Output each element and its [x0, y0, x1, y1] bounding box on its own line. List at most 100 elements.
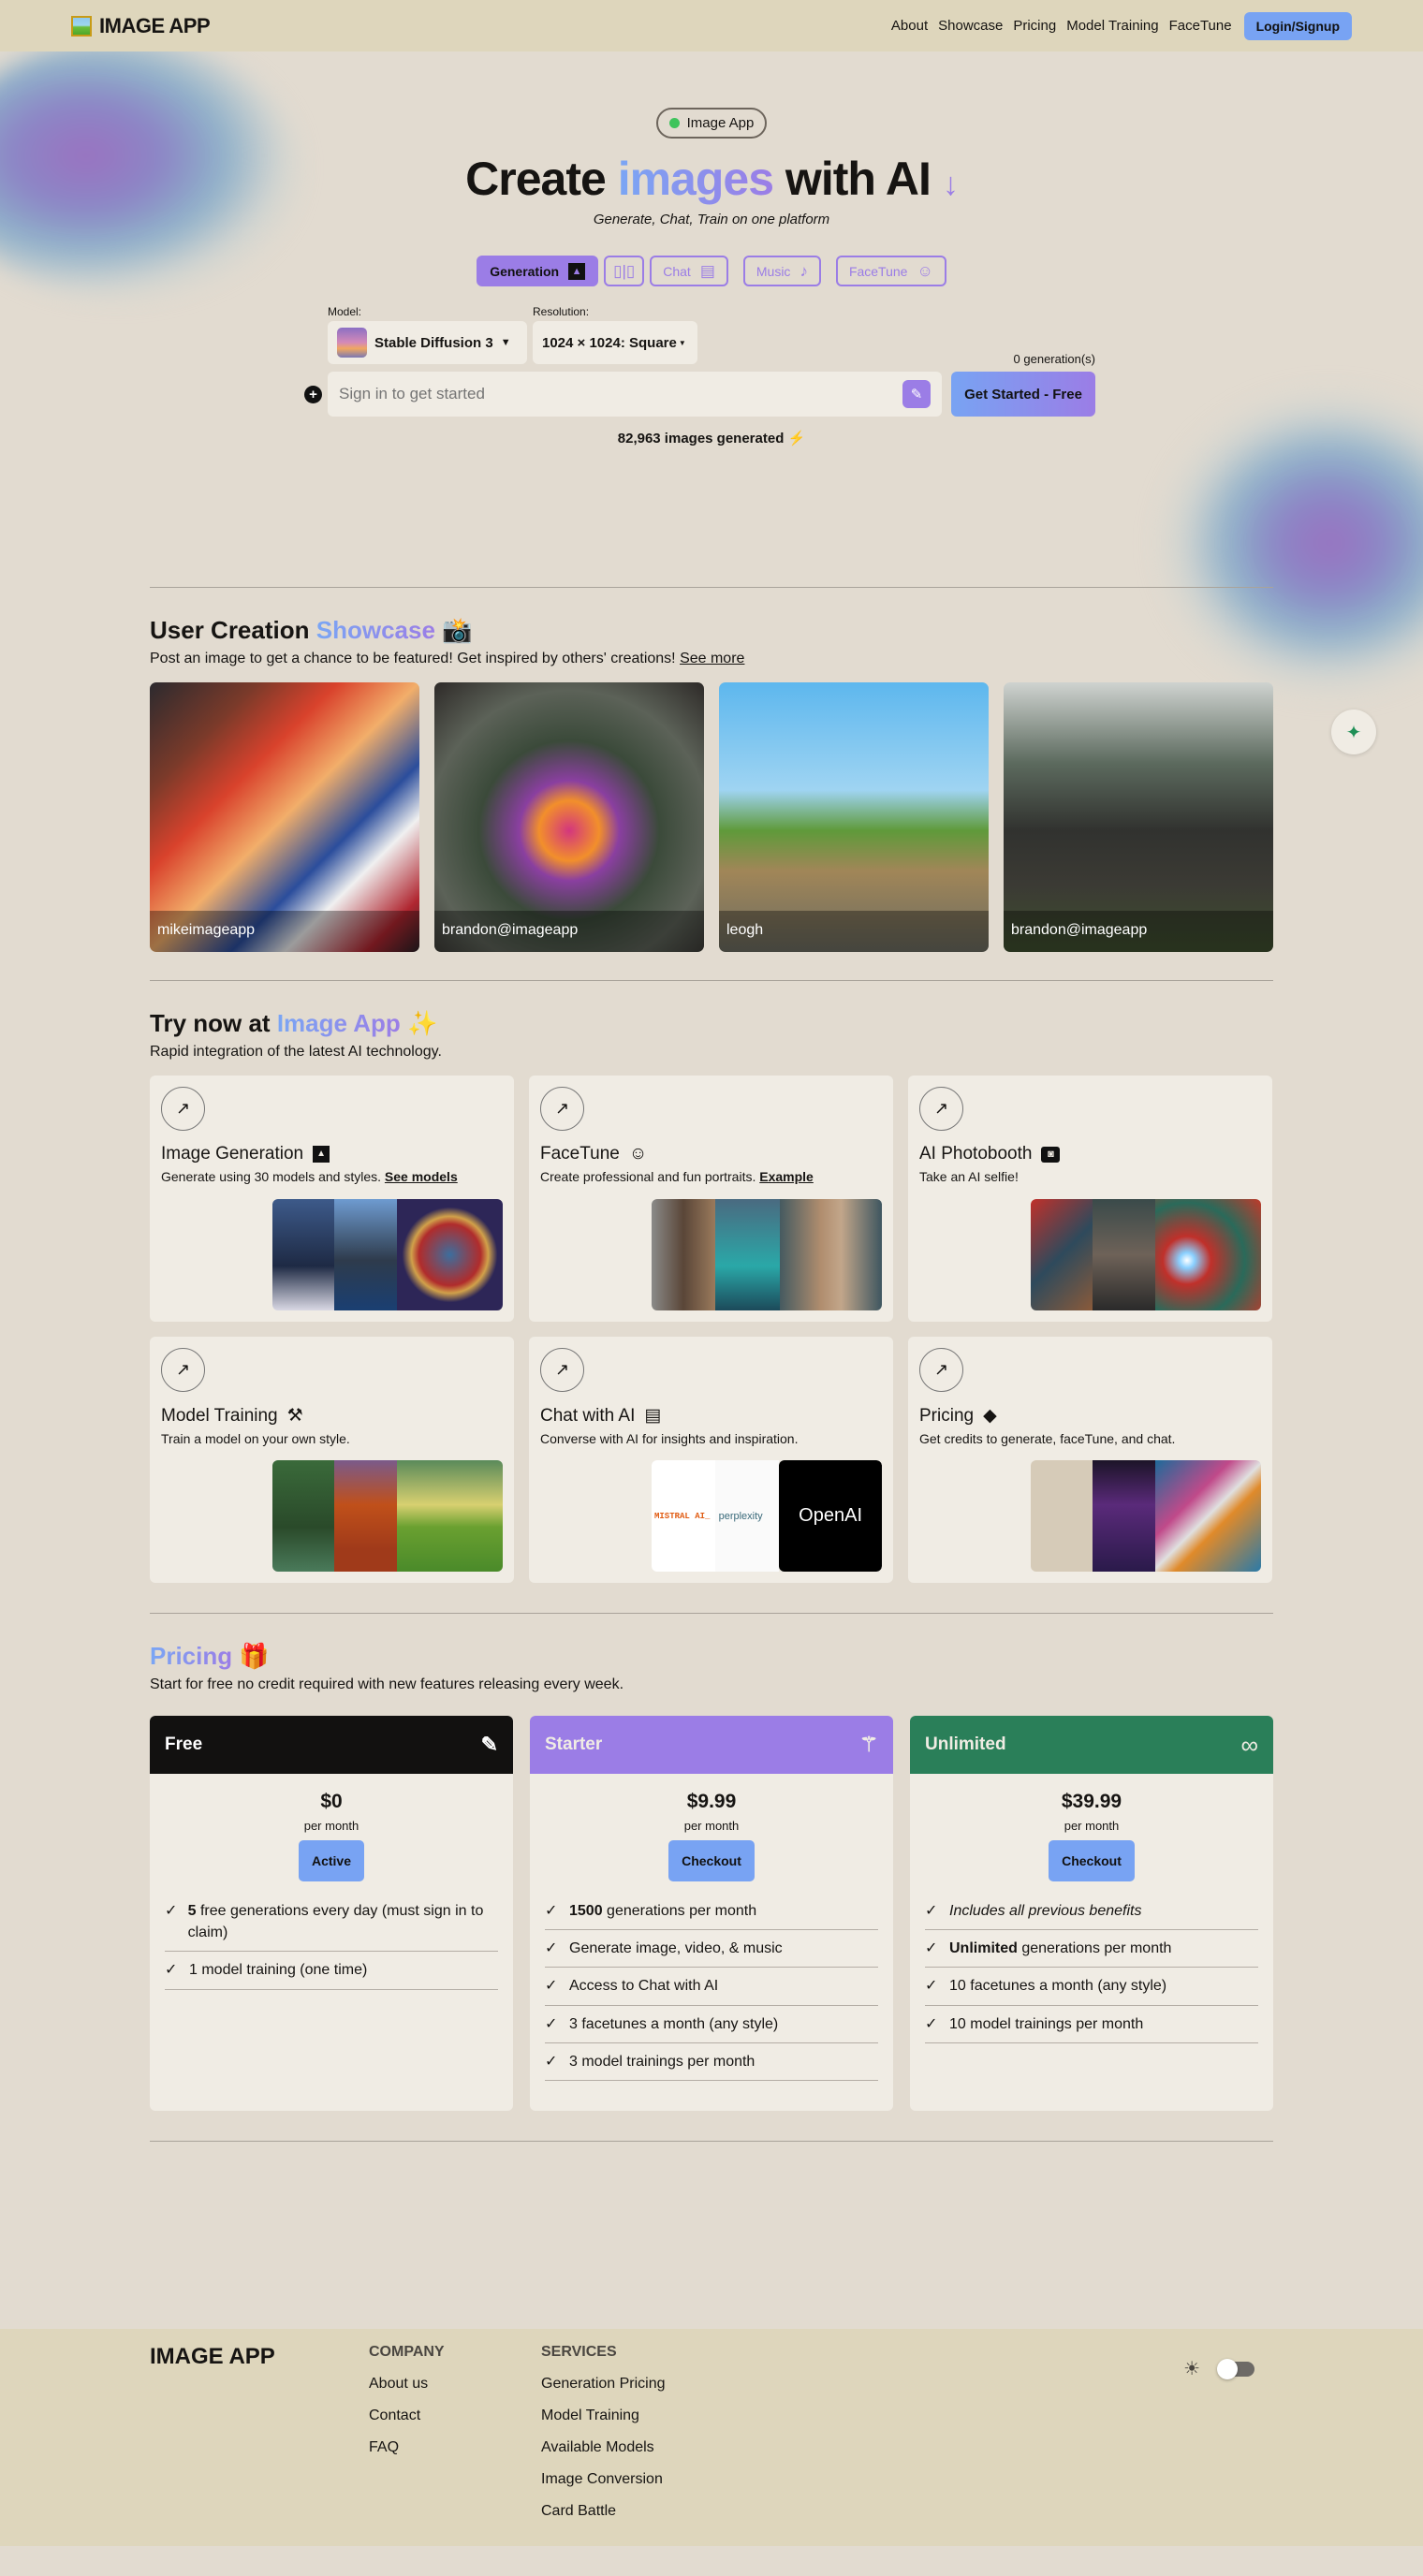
footer-link-available-models[interactable]: Available Models	[541, 2439, 713, 2456]
plan-card-starter: Starter ⚚ $9.99 per month Checkout ✓ 1500 …	[530, 1716, 893, 2111]
showcase-gallery: mikeimageapp brandon@imageapp leogh bran…	[150, 682, 1273, 952]
see-models-link[interactable]: See models	[385, 1169, 458, 1184]
model-select[interactable]: Stable Diffusion 3 ▼	[328, 321, 527, 364]
example-link[interactable]: Example	[759, 1169, 814, 1184]
plan-feature-text: Access to Chat with AI	[569, 1978, 719, 1995]
checkmark-icon: ✓	[165, 1962, 178, 1979]
nav-link-showcase[interactable]: Showcase	[938, 18, 1003, 34]
generation-panel: Model: Resolution: Stable Diffusion 3 ▼ …	[304, 305, 1095, 417]
camera-icon: ◙	[1041, 1146, 1061, 1163]
plan-feature-text: Includes all previous benefits	[949, 1903, 1142, 1919]
app-logo[interactable]: IMAGE APP	[71, 14, 211, 38]
robot-arm-icon: ⚒	[286, 1406, 303, 1426]
footer-link-card-battle[interactable]: Card Battle	[541, 2503, 713, 2520]
chat-icon: ▤	[644, 1406, 662, 1426]
plan-price: $0	[320, 1791, 343, 1812]
tab-facetune[interactable]: FaceTune ☺	[835, 256, 946, 286]
nav-link-about[interactable]: About	[891, 18, 928, 34]
plan-feature-text: 3 facetunes a month (any style)	[569, 2015, 779, 2032]
image-icon: ▲	[313, 1146, 330, 1163]
showcase-item[interactable]: mikeimageapp	[150, 682, 419, 952]
plan-period: per month	[303, 1819, 359, 1833]
showcase-title-highlight: Showcase	[315, 616, 435, 644]
nav-link-pricing[interactable]: Pricing	[1013, 18, 1056, 34]
model-value: Stable Diffusion 3	[374, 334, 493, 351]
try-now-section: Try now at Image App ✨ Rapid integration…	[150, 980, 1273, 1583]
checkmark-icon: ✓	[545, 2053, 558, 2070]
showcase-item[interactable]: brandon@imageapp	[434, 682, 704, 952]
resolution-select[interactable]: 1024 × 1024: Square ▼	[533, 321, 697, 364]
nav-link-model-training[interactable]: Model Training	[1066, 18, 1158, 34]
main-nav: About Showcase Pricing Model Training Fa…	[891, 11, 1352, 40]
footer-link-model-training[interactable]: Model Training	[541, 2408, 713, 2424]
feature-card-ai-photobooth[interactable]: ↗ AI Photobooth ◙ Take an AI selfie!	[908, 1076, 1272, 1322]
compare-icon: ▯|▯	[613, 261, 636, 280]
resolution-value: 1024 × 1024: Square	[542, 334, 677, 351]
try-now-title-highlight: Image App	[276, 1009, 401, 1037]
showcase-item[interactable]: leogh	[719, 682, 989, 952]
tab-chat[interactable]: Chat ▤	[650, 256, 728, 286]
add-attachment-icon[interactable]: +	[304, 385, 322, 403]
card-description: Train a model on your own style.	[161, 1431, 350, 1446]
card-preview-images	[652, 1199, 882, 1310]
plan-feature: ✓ Access to Chat with AI	[545, 1968, 878, 2006]
footer-link-faq[interactable]: FAQ	[369, 2439, 541, 2456]
divider	[150, 980, 1273, 981]
face-sparkle-icon: ☺	[917, 261, 933, 280]
sparkles-fab-button[interactable]: ✦	[1331, 710, 1376, 754]
divider	[150, 1613, 1273, 1614]
footer-link-generation-pricing[interactable]: Generation Pricing	[541, 2376, 713, 2393]
feature-card-image-generation[interactable]: ↗ Image Generation ▲ Generate using 30 mo…	[150, 1076, 514, 1322]
card-preview-images	[1031, 1199, 1261, 1310]
plan-feature: ✓ 10 facetunes a month (any style)	[925, 1968, 1258, 2006]
plan-feature-text: 3 model trainings per month	[569, 2053, 756, 2070]
footer-link-image-conversion[interactable]: Image Conversion	[541, 2471, 713, 2488]
hero-title-post: with AI	[785, 153, 932, 205]
arrow-up-right-icon[interactable]: ↗	[161, 1087, 205, 1131]
tab-generation[interactable]: Generation ▲	[477, 256, 599, 286]
caret-down-icon: ▼	[678, 338, 686, 347]
showcase-username: brandon@imageapp	[434, 911, 704, 952]
card-title: AI Photobooth	[919, 1144, 1033, 1164]
showcase-item[interactable]: brandon@imageapp	[1004, 682, 1273, 952]
card-preview-images: MISTRAL AI_ perplexity OpenAI	[652, 1460, 882, 1572]
login-signup-button[interactable]: Login/Signup	[1243, 11, 1352, 40]
price-tag-icon: ◆	[983, 1406, 997, 1426]
pricing-section: Pricing 🎁 Start for free no credit requi…	[150, 1613, 1273, 2142]
tab-compare[interactable]: ▯|▯	[604, 256, 645, 286]
checkmark-icon: ✓	[545, 1978, 558, 1995]
arrow-up-right-icon[interactable]: ↗	[540, 1087, 584, 1131]
caret-down-icon: ▼	[500, 337, 511, 348]
dark-mode-switch[interactable]	[1217, 2358, 1254, 2379]
feature-card-chat-with-ai[interactable]: ↗ Chat with AI ▤ Converse with AI for ins…	[529, 1337, 893, 1583]
camera-flash-icon: 📸	[442, 616, 473, 644]
feature-cards: ↗ Image Generation ▲ Generate using 30 mo…	[150, 1076, 1273, 1583]
arrow-up-right-icon[interactable]: ↗	[919, 1348, 963, 1392]
tab-music[interactable]: Music ♪	[742, 256, 821, 286]
plan-checkout-button[interactable]: Checkout	[1049, 1840, 1135, 1881]
arrow-up-right-icon[interactable]: ↗	[540, 1348, 584, 1392]
checkmark-icon: ✓	[545, 1940, 558, 1957]
prompt-input[interactable]	[339, 385, 902, 403]
image-icon: ▲	[568, 262, 586, 280]
get-started-button[interactable]: Get Started - Free	[951, 372, 1095, 417]
checkmark-icon: ✓	[925, 2015, 938, 2032]
plan-card-free: Free ✎ $0 per month Active ✓ 5 free genera…	[150, 1716, 513, 2111]
arrow-up-right-icon[interactable]: ↗	[161, 1348, 205, 1392]
arrow-up-right-icon[interactable]: ↗	[919, 1087, 963, 1131]
see-more-link[interactable]: See more	[680, 651, 744, 666]
magic-wand-icon[interactable]: ✎	[902, 380, 931, 408]
footer-link-about-us[interactable]: About us	[369, 2376, 541, 2393]
nav-link-facetune[interactable]: FaceTune	[1169, 18, 1232, 34]
card-preview-images	[272, 1199, 503, 1310]
plan-active-button[interactable]: Active	[298, 1840, 365, 1881]
feature-card-facetune[interactable]: ↗ FaceTune ☺ Create professional and fun …	[529, 1076, 893, 1322]
plan-checkout-button[interactable]: Checkout	[668, 1840, 755, 1881]
feature-card-pricing[interactable]: ↗ Pricing ◆ Get credits to generate, face…	[908, 1337, 1272, 1583]
showcase-description: Post an image to get a chance to be feat…	[150, 651, 1273, 667]
feature-card-model-training[interactable]: ↗ Model Training ⚒ Train a model on your …	[150, 1337, 514, 1583]
card-description: Generate using 30 models and styles.	[161, 1169, 382, 1184]
footer-link-contact[interactable]: Contact	[369, 2408, 541, 2424]
showcase-section: User Creation Showcase 📸 Post an image t…	[150, 587, 1273, 952]
plan-header: Unlimited ∞	[910, 1716, 1273, 1774]
